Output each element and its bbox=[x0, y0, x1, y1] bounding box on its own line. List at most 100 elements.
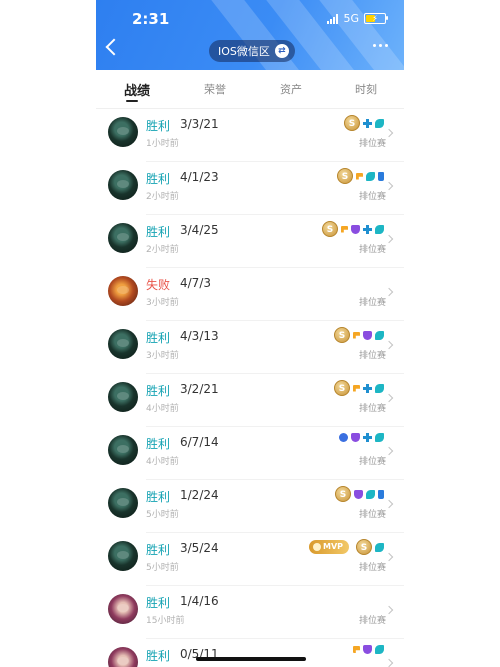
hero-avatar bbox=[108, 382, 138, 412]
hero-avatar bbox=[108, 223, 138, 253]
hero-avatar bbox=[108, 541, 138, 571]
shield-icon bbox=[351, 433, 360, 442]
match-badges: S bbox=[335, 486, 384, 502]
match-result: 胜利 bbox=[146, 437, 171, 451]
status-time: 2:31 bbox=[132, 10, 170, 28]
hero-avatar bbox=[108, 276, 138, 306]
match-time-ago: 5小时前 bbox=[146, 510, 179, 520]
phone-screen: 2:31 5G ⚡ IOS微信区 ⇄ 战绩 荣誉 资产 时刻 胜利 3/3/21… bbox=[96, 0, 404, 667]
match-kda: 3/3/21 bbox=[180, 117, 219, 131]
bird-icon bbox=[366, 489, 375, 499]
match-time-ago: 4小时前 bbox=[146, 457, 179, 467]
match-time-ago: 4小时前 bbox=[146, 404, 179, 414]
chevron-right-icon bbox=[384, 499, 394, 509]
blue-icon bbox=[339, 433, 348, 442]
bird-icon bbox=[375, 645, 384, 654]
network-label: 5G bbox=[343, 12, 359, 25]
bird-icon bbox=[375, 542, 384, 552]
rank-coin-icon: S bbox=[337, 168, 353, 184]
match-kda: 3/2/21 bbox=[180, 382, 219, 396]
rank-coin-icon: S bbox=[334, 380, 350, 396]
shield-icon bbox=[351, 224, 360, 234]
hero-avatar bbox=[108, 170, 138, 200]
match-result: 胜利 bbox=[146, 384, 171, 398]
match-mode: 排位赛 bbox=[358, 457, 386, 467]
hero-avatar bbox=[108, 647, 138, 667]
match-mode: 排位赛 bbox=[358, 404, 386, 414]
rank-coin-icon: S bbox=[344, 115, 360, 131]
match-mode: 排位赛 bbox=[358, 351, 386, 361]
match-row[interactable]: 胜利 4/1/23 2小时前 S 排位赛 bbox=[108, 162, 404, 215]
chevron-right-icon bbox=[384, 446, 394, 456]
match-badges: S bbox=[334, 327, 384, 343]
shield-icon bbox=[363, 645, 372, 654]
match-mode: 排位赛 bbox=[358, 245, 386, 255]
match-kda: 3/4/25 bbox=[180, 223, 219, 237]
match-row[interactable]: 失败 4/7/3 3小时前 排位赛 bbox=[108, 268, 404, 321]
rank-coin-icon: S bbox=[356, 539, 372, 555]
shield-icon bbox=[354, 489, 363, 499]
flag-icon bbox=[353, 384, 360, 392]
match-result: 胜利 bbox=[146, 225, 171, 239]
match-kda: 4/3/13 bbox=[180, 329, 219, 343]
chevron-right-icon bbox=[384, 181, 394, 191]
tab-assets[interactable]: 资产 bbox=[280, 81, 302, 97]
match-mode: 排位赛 bbox=[358, 298, 386, 308]
match-row[interactable]: 胜利 0/5/11 15小时前 排位赛 bbox=[108, 639, 404, 667]
match-row[interactable]: 胜利 3/3/21 1小时前 S 排位赛 bbox=[108, 109, 404, 162]
match-row[interactable]: 胜利 1/2/24 5小时前 S 排位赛 bbox=[108, 480, 404, 533]
cross-icon bbox=[363, 433, 372, 442]
home-indicator bbox=[196, 657, 306, 661]
rank-coin-icon: S bbox=[322, 221, 338, 237]
tab-moments[interactable]: 时刻 bbox=[355, 81, 377, 97]
match-time-ago: 15小时前 bbox=[146, 616, 185, 626]
swap-icon: ⇄ bbox=[274, 44, 289, 58]
bird-icon bbox=[375, 330, 384, 340]
match-time-ago: 5小时前 bbox=[146, 563, 179, 573]
match-badges: MVP S bbox=[308, 539, 384, 555]
match-result: 胜利 bbox=[146, 596, 171, 610]
tab-record[interactable]: 战绩 bbox=[124, 80, 150, 99]
match-result: 胜利 bbox=[146, 172, 171, 186]
match-mode: 排位赛 bbox=[358, 192, 386, 202]
match-result: 胜利 bbox=[146, 119, 171, 133]
hero-avatar bbox=[108, 117, 138, 147]
match-time-ago: 1小时前 bbox=[146, 139, 179, 149]
chevron-right-icon bbox=[384, 605, 394, 615]
back-chevron-icon[interactable] bbox=[105, 38, 123, 56]
flag-icon bbox=[341, 225, 348, 233]
shield-icon bbox=[363, 330, 372, 340]
bottle-icon bbox=[378, 171, 384, 181]
hero-avatar bbox=[108, 488, 138, 518]
signal-icon bbox=[327, 13, 339, 24]
chevron-right-icon bbox=[384, 393, 394, 403]
match-row[interactable]: 胜利 3/5/24 5小时前 MVP S 排位赛 bbox=[108, 533, 404, 586]
match-time-ago: 3小时前 bbox=[146, 351, 179, 361]
match-mode: 排位赛 bbox=[358, 616, 386, 626]
match-row[interactable]: 胜利 6/7/14 4小时前 排位赛 bbox=[108, 427, 404, 480]
bird-icon bbox=[375, 433, 384, 442]
flag-icon bbox=[353, 646, 360, 653]
app-header: 2:31 5G ⚡ IOS微信区 ⇄ bbox=[96, 0, 404, 70]
chevron-right-icon bbox=[384, 552, 394, 562]
region-switcher[interactable]: IOS微信区 ⇄ bbox=[209, 40, 295, 62]
match-badges: S bbox=[322, 221, 384, 237]
cross-icon bbox=[363, 224, 372, 234]
mvp-badge: MVP bbox=[308, 540, 349, 554]
chevron-right-icon bbox=[384, 234, 394, 244]
flag-icon bbox=[356, 172, 363, 180]
match-time-ago: 2小时前 bbox=[146, 192, 179, 202]
match-result: 胜利 bbox=[146, 490, 171, 504]
more-icon[interactable] bbox=[373, 44, 388, 47]
match-row[interactable]: 胜利 3/2/21 4小时前 S 排位赛 bbox=[108, 374, 404, 427]
match-row[interactable]: 胜利 1/4/16 15小时前 排位赛 bbox=[108, 586, 404, 639]
match-row[interactable]: 胜利 4/3/13 3小时前 S 排位赛 bbox=[108, 321, 404, 374]
match-badges: S bbox=[337, 168, 384, 184]
chevron-right-icon bbox=[384, 128, 394, 138]
tab-bar: 战绩 荣誉 资产 时刻 bbox=[96, 70, 404, 109]
match-result: 胜利 bbox=[146, 649, 171, 663]
match-kda: 1/4/16 bbox=[180, 594, 219, 608]
tab-honor[interactable]: 荣誉 bbox=[204, 81, 226, 97]
match-result: 胜利 bbox=[146, 543, 171, 557]
match-row[interactable]: 胜利 3/4/25 2小时前 S 排位赛 bbox=[108, 215, 404, 268]
